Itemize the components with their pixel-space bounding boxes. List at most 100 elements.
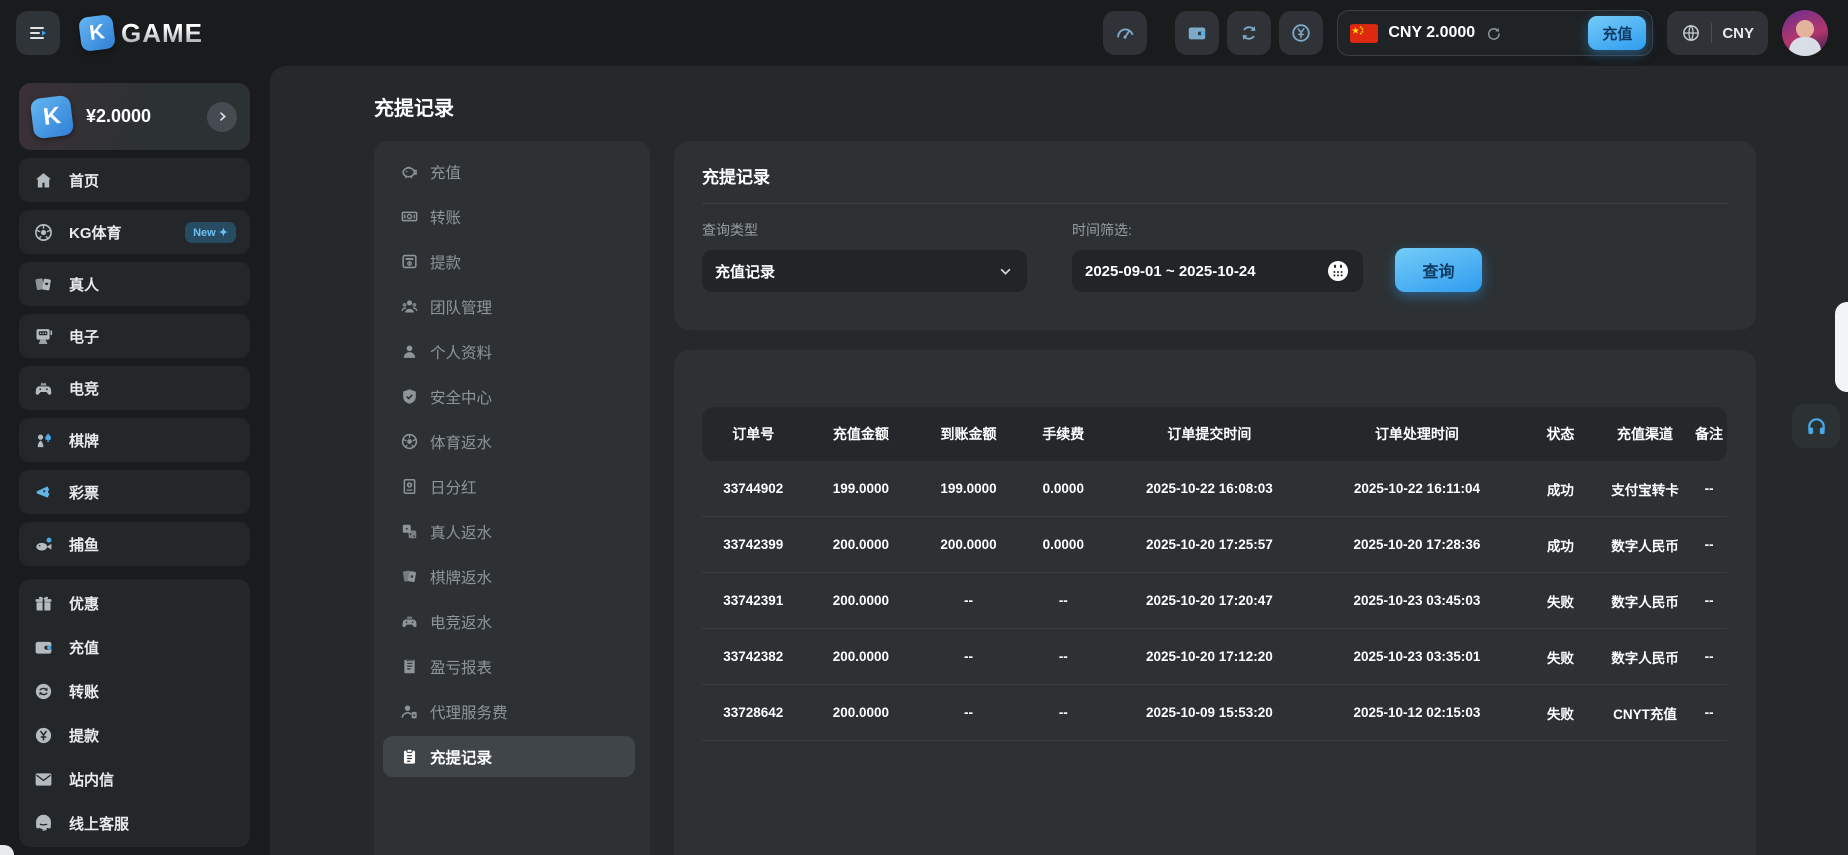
sidebar-item-withdraw[interactable]: 提款 bbox=[19, 713, 250, 757]
table-body: 33744902199.0000199.00000.00002025-10-22… bbox=[702, 461, 1727, 741]
topbar-actions: CNY 2.0000 充值 CNY bbox=[1103, 10, 1828, 56]
subnav-item-team[interactable]: 团队管理 bbox=[383, 286, 635, 327]
subnav-item-clipboard-active[interactable]: 充提记录 bbox=[383, 736, 635, 777]
calendar-icon bbox=[1326, 259, 1350, 283]
piggy-bank-icon bbox=[400, 162, 419, 181]
query-type-select[interactable]: 充值记录 bbox=[702, 250, 1027, 292]
table-cell: 0.0000 bbox=[1020, 481, 1107, 496]
subnav-item-cards[interactable]: 棋牌返水 bbox=[383, 556, 635, 597]
sidebar-item-gift[interactable]: 优惠 bbox=[19, 581, 250, 625]
column-header: 订单提交时间 bbox=[1107, 424, 1312, 444]
time-filter-field: 时间筛选: 2025-09-01 ~ 2025-10-24 bbox=[1072, 220, 1363, 292]
table-cell: -- bbox=[1691, 649, 1727, 664]
query-type-field: 查询类型 充值记录 bbox=[702, 220, 1027, 292]
subnav-item-soccer[interactable]: 体育返水 bbox=[383, 421, 635, 462]
sidebar-item-home[interactable]: 首页 bbox=[19, 158, 250, 202]
sidebar-item-mail[interactable]: 站内信 bbox=[19, 757, 250, 801]
fish-icon bbox=[33, 534, 54, 555]
avatar[interactable] bbox=[1782, 10, 1828, 56]
table-cell: -- bbox=[1020, 593, 1107, 608]
sidebar-item-wallet[interactable]: 充值 bbox=[19, 625, 250, 669]
table-cell: 33742391 bbox=[702, 593, 805, 608]
slot-icon bbox=[33, 326, 54, 347]
nav-item-label: 转账 bbox=[69, 681, 99, 702]
deposit-quick-button[interactable] bbox=[1175, 11, 1219, 55]
sidebar-item-live-cards[interactable]: 真人 bbox=[19, 262, 250, 306]
drawer-handle[interactable] bbox=[1835, 302, 1848, 392]
app-screen: K GAME bbox=[0, 0, 1848, 855]
table-cell: CNYT充值 bbox=[1599, 703, 1691, 723]
table-cell: 失败 bbox=[1522, 703, 1599, 723]
subnav-item-dividend[interactable]: 日分红 bbox=[383, 466, 635, 507]
balance-pill[interactable]: CNY 2.0000 充值 bbox=[1337, 10, 1653, 56]
subnav-item-label: 日分红 bbox=[430, 476, 477, 498]
nav-item-label: 线上客服 bbox=[69, 813, 129, 834]
nav-item-label: 棋牌 bbox=[69, 430, 99, 451]
subnav-item-dice[interactable]: 真人返水 bbox=[383, 511, 635, 552]
nav-item-label: 捕鱼 bbox=[69, 534, 99, 555]
subnav-item-report[interactable]: 盈亏报表 bbox=[383, 646, 635, 687]
balance-expand-button[interactable] bbox=[207, 102, 237, 132]
subnav-item-person[interactable]: 个人资料 bbox=[383, 331, 635, 372]
table-header-row: 订单号充值金额到账金额手续费订单提交时间订单处理时间状态充值渠道备注 bbox=[702, 407, 1727, 461]
nav-item-label: 彩票 bbox=[69, 482, 99, 503]
table-cell: 数字人民币 bbox=[1599, 535, 1691, 555]
person-icon bbox=[400, 342, 419, 361]
date-range-input[interactable]: 2025-09-01 ~ 2025-10-24 bbox=[1072, 250, 1363, 292]
chevron-down-icon bbox=[997, 263, 1014, 280]
table-cell: 数字人民币 bbox=[1599, 591, 1691, 611]
new-badge: New ✦ bbox=[185, 222, 236, 243]
deposit-button[interactable]: 充值 bbox=[1588, 16, 1646, 50]
kgame-logo[interactable]: K GAME bbox=[80, 16, 203, 50]
sidebar-item-esports[interactable]: 电竞 bbox=[19, 366, 250, 410]
table-cell: -- bbox=[1020, 649, 1107, 664]
sidebar: K ¥2.0000 首页 KG体育New ✦ 真人电子电竞棋牌彩票捕鱼 优惠充值转账… bbox=[0, 66, 270, 855]
table-cell: 失败 bbox=[1522, 647, 1599, 667]
sidebar-item-chess[interactable]: 棋牌 bbox=[19, 418, 250, 462]
subnav-item-banknote[interactable]: 转账 bbox=[383, 196, 635, 237]
atm-icon bbox=[400, 252, 419, 271]
wallet-balance: CNY 2.0000 bbox=[1388, 24, 1475, 42]
date-range-value: 2025-09-01 ~ 2025-10-24 bbox=[1085, 263, 1256, 280]
subnav-item-esports[interactable]: 电竞返水 bbox=[383, 601, 635, 642]
table-cell: 2025-10-12 02:15:03 bbox=[1312, 705, 1522, 720]
currency-selector[interactable]: CNY bbox=[1667, 11, 1768, 55]
search-button[interactable]: 查询 bbox=[1395, 248, 1482, 292]
refresh-balance-icon[interactable] bbox=[1485, 25, 1502, 42]
column-header: 备注 bbox=[1691, 424, 1727, 444]
sidebar-balance-amount: ¥2.0000 bbox=[86, 106, 151, 127]
speed-gauge-button[interactable] bbox=[1103, 11, 1147, 55]
subnav-item-agent-fee[interactable]: 代理服务费 bbox=[383, 691, 635, 732]
dividend-icon bbox=[400, 477, 419, 496]
nav-item-label: 充值 bbox=[69, 637, 99, 658]
table-cell: 200.0000 bbox=[805, 705, 918, 720]
logo-k-icon: K bbox=[78, 14, 116, 52]
table-cell: 2025-10-20 17:12:20 bbox=[1107, 649, 1312, 664]
subnav-item-piggy-bank[interactable]: 充值 bbox=[383, 151, 635, 192]
sidebar-item-transfer[interactable]: 转账 bbox=[19, 669, 250, 713]
logo-text: GAME bbox=[121, 18, 203, 49]
subnav-item-shield-check[interactable]: 安全中心 bbox=[383, 376, 635, 417]
sidebar-item-soccer[interactable]: KG体育New ✦ bbox=[19, 210, 250, 254]
support-fab-button[interactable] bbox=[1792, 404, 1840, 448]
table-row: 33742382200.0000----2025-10-20 17:12:202… bbox=[702, 629, 1727, 685]
sidebar-item-slot[interactable]: 电子 bbox=[19, 314, 250, 358]
content-row: 充值转账提款团队管理个人资料安全中心体育返水日分红真人返水棋牌返水电竞返水盈亏报… bbox=[374, 141, 1848, 855]
sidebar-item-fish[interactable]: 捕鱼 bbox=[19, 522, 250, 566]
table-cell: 200.0000 bbox=[805, 649, 918, 664]
sidebar-item-lottery-ticket[interactable]: 彩票 bbox=[19, 470, 250, 514]
globe-icon bbox=[1681, 23, 1701, 43]
transfer-quick-button[interactable] bbox=[1227, 11, 1271, 55]
gift-icon bbox=[33, 593, 54, 614]
withdraw-quick-button[interactable] bbox=[1279, 11, 1323, 55]
sidebar-item-support[interactable]: 线上客服 bbox=[19, 801, 250, 845]
table-row: 33742391200.0000----2025-10-20 17:20:472… bbox=[702, 573, 1727, 629]
subnav-item-atm[interactable]: 提款 bbox=[383, 241, 635, 282]
nav-item-label: 电子 bbox=[69, 326, 99, 347]
wallet-icon bbox=[33, 637, 54, 658]
agent-fee-icon bbox=[400, 702, 419, 721]
sidebar-balance-card[interactable]: K ¥2.0000 bbox=[19, 83, 250, 150]
column-header: 状态 bbox=[1522, 424, 1599, 444]
sidebar-toggle-button[interactable] bbox=[16, 11, 60, 55]
table-cell: 200.0000 bbox=[917, 537, 1020, 552]
